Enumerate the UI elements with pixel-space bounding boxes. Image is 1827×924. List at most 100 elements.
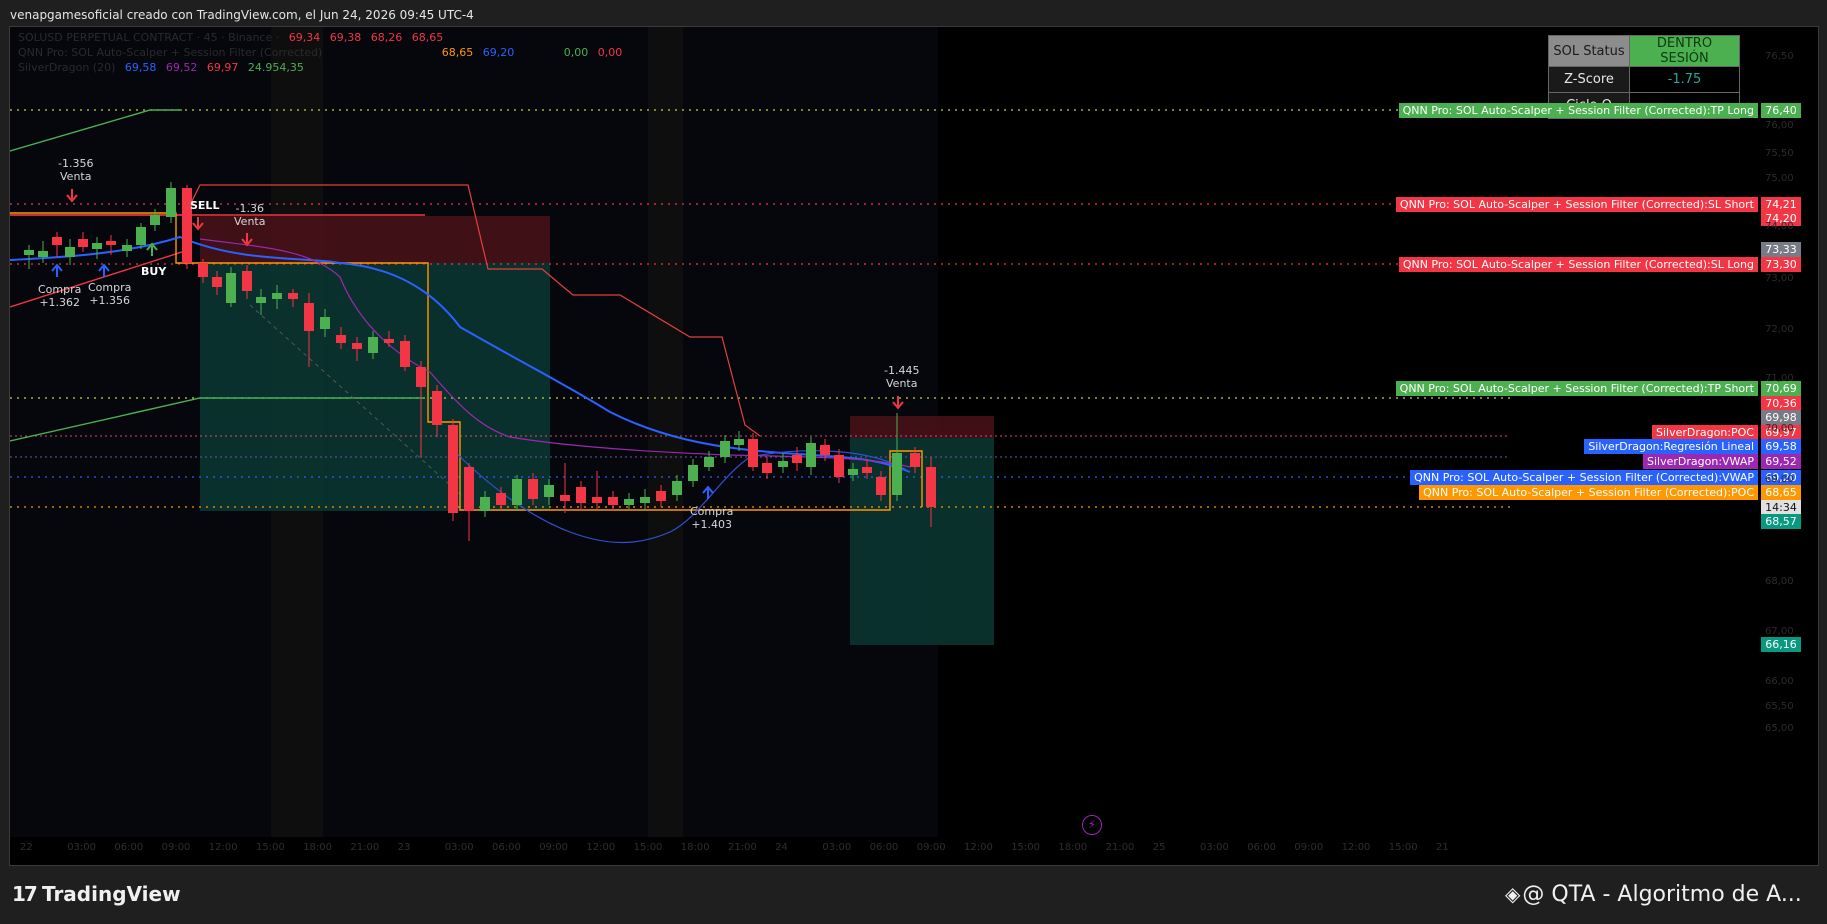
time-axis-tick: 25 (1152, 842, 1166, 853)
candle-body (464, 467, 474, 511)
tradingview-logo[interactable]: 17 TradingView (12, 882, 181, 906)
candle-body (448, 425, 458, 513)
candle-body (150, 215, 160, 225)
chart-pane[interactable]: SOLUSD PERPETUAL CONTRACT · 45 · Binance… (9, 26, 1819, 866)
time-axis-tick: 18:00 (680, 842, 710, 853)
candle-body (608, 497, 618, 505)
author-credit[interactable]: ◈@ QTA - Algoritmo de A... (1505, 882, 1820, 907)
candle-body (792, 455, 802, 463)
time-axis-tick: 21 (1436, 842, 1449, 853)
candle-body (106, 241, 116, 245)
tv-logo-icon: 17 (12, 882, 38, 906)
zscore-value: -1.75 (1629, 66, 1740, 93)
legend-qnn[interactable]: QNN Pro: SOL Auto-Scalper + Session Filt… (18, 45, 628, 60)
time-axis-tick: 06:00 (492, 842, 521, 853)
candle-body (926, 467, 936, 507)
candle-body (384, 339, 394, 343)
time-axis-tick: 21:00 (1105, 842, 1135, 853)
price-tag: 68,57 (1761, 514, 1801, 529)
time-axis-tick: 03:00 (1200, 842, 1229, 853)
candle-body (688, 465, 698, 481)
candle-body (848, 469, 858, 475)
candle-body (778, 461, 788, 467)
candle-body (512, 479, 522, 505)
sell-annotation: -1.445 Venta (884, 364, 920, 390)
time-axis-tick: 12:00 (1341, 842, 1371, 853)
price-chart[interactable] (10, 27, 1818, 865)
price-tag: 76,40 (1761, 103, 1801, 118)
candle-body (352, 343, 362, 349)
short-sl-zone (850, 416, 994, 438)
time-axis-tick: 23 (397, 842, 411, 853)
price-label: QNN Pro: SOL Auto-Scalper + Session Filt… (1395, 381, 1758, 396)
time-axis-tick: 06:00 (114, 842, 144, 853)
sell-annotation: -1.36 Venta (234, 202, 266, 228)
time-axis-tick: 15:00 (1011, 842, 1041, 853)
legend-silverdragon[interactable]: SilverDragon (20) 69,58 69,52 69,97 24.9… (18, 60, 310, 75)
status-label: SOL Status (1548, 35, 1630, 67)
time-axis-tick: 15:00 (633, 842, 663, 853)
price-label: SilverDragon:POC (1652, 425, 1758, 440)
chart-title: venapgamesoficial creado con TradingView… (10, 8, 474, 22)
time-axis-tick: 09:00 (161, 842, 191, 853)
price-axis-tick: 71,00 (1765, 373, 1794, 384)
candle-body (136, 227, 146, 245)
price-axis-tick: 65,00 (1765, 723, 1794, 734)
candle-body (762, 463, 772, 473)
legend-symbol[interactable]: SOLUSD PERPETUAL CONTRACT · 45 · Binance… (18, 30, 449, 45)
credit-text: @ QTA - Algoritmo de A... (1522, 882, 1802, 907)
candle-body (834, 455, 844, 477)
price-tag: 73,33 (1761, 242, 1801, 257)
candle-body (720, 441, 730, 457)
price-axis-tick: 73,00 (1765, 273, 1794, 284)
candle-body (656, 491, 666, 501)
candle-body (820, 445, 830, 455)
candle-body (576, 487, 586, 503)
footer: 17 TradingView ◈@ QTA - Algoritmo de A... (0, 866, 1827, 924)
candle-body (748, 439, 758, 467)
candle-body (432, 391, 442, 425)
time-axis-tick: 03:00 (822, 842, 852, 853)
price-axis-tick: 67,00 (1765, 626, 1794, 637)
time-axis-tick: 09:00 (539, 842, 569, 853)
time-axis-tick: 21:00 (350, 842, 380, 853)
diamond-icon: ◈ (1505, 882, 1521, 906)
time-axis-tick: 03:00 (444, 842, 474, 853)
lightning-icon[interactable]: ⚡ (1082, 815, 1102, 835)
price-tag: 73,30 (1761, 257, 1801, 272)
candle-body (78, 239, 88, 247)
price-axis-tick: 75,50 (1765, 148, 1794, 159)
candle-body (480, 497, 490, 511)
time-axis-tick: 06:00 (869, 842, 899, 853)
buy-signal-label: BUY (141, 265, 167, 278)
brand-name: TradingView (42, 882, 181, 906)
time-axis-tick: 18:00 (1058, 842, 1088, 853)
price-axis-tick: 75,00 (1765, 173, 1794, 184)
time-axis-tick: 15:00 (1388, 842, 1418, 853)
time-axis-tick: 09:00 (916, 842, 946, 853)
candle-body (672, 481, 682, 495)
price-label: SilverDragon:Regresión Lineal (1584, 439, 1758, 454)
candle-body (24, 250, 34, 255)
candle-body (368, 337, 378, 353)
candle-body (624, 499, 634, 505)
candle-body (198, 263, 208, 277)
candle-body (320, 317, 330, 329)
price-label: QNN Pro: SOL Auto-Scalper + Session Filt… (1398, 103, 1758, 118)
sell-signal-label: SELL (190, 199, 220, 212)
buy-annotation: Compra +1.356 (88, 281, 132, 307)
zscore-row: Z-Score -1.75 (1548, 66, 1740, 93)
candle-body (544, 485, 554, 497)
candle-body (38, 251, 48, 257)
session-shade (648, 27, 683, 837)
time-axis-tick: 06:00 (1247, 842, 1277, 853)
price-label: QNN Pro: SOL Auto-Scalper + Session Filt… (1410, 470, 1758, 485)
candle-body (910, 453, 920, 467)
candle-body (496, 493, 506, 505)
time-axis-tick: 15:00 (256, 842, 285, 853)
candle-body (256, 297, 266, 303)
price-axis-tick: 69,00 (1765, 474, 1794, 485)
price-axis-tick: 76,00 (1765, 120, 1794, 131)
price-tag: 70,36 (1761, 396, 1801, 411)
time-axis-tick: 09:00 (1294, 842, 1324, 853)
